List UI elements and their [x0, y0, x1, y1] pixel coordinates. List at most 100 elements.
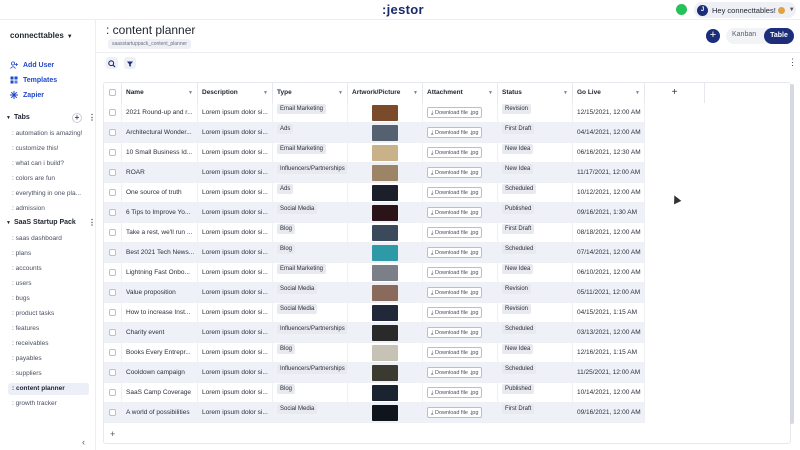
- cell-golive[interactable]: 04/15/2021, 1:15 AM: [573, 303, 645, 323]
- cell-golive[interactable]: 06/10/2021, 12:00 AM: [573, 263, 645, 283]
- sidebar-item-pack[interactable]: : suppliers: [8, 368, 89, 380]
- sort-icon[interactable]: ▼: [563, 83, 568, 103]
- cell-name[interactable]: SaaS Camp Coverage: [122, 383, 198, 403]
- cell-description[interactable]: Lorem ipsum dolor si...: [198, 403, 273, 423]
- sidebar-item-pack[interactable]: : saas dashboard: [8, 233, 89, 245]
- cell-description[interactable]: Lorem ipsum dolor si...: [198, 163, 273, 183]
- download-file-button[interactable]: ⤓ Download file .jpg: [427, 247, 483, 258]
- cell-golive[interactable]: 11/25/2021, 12:00 AM: [573, 363, 645, 383]
- cell-status[interactable]: Revision: [498, 283, 573, 303]
- cell-artwork[interactable]: [348, 223, 423, 243]
- cell-artwork[interactable]: [348, 323, 423, 343]
- download-file-button[interactable]: ⤓ Download file .jpg: [427, 327, 483, 338]
- download-file-button[interactable]: ⤓ Download file .jpg: [427, 287, 483, 298]
- cell-golive[interactable]: 04/14/2021, 12:00 AM: [573, 123, 645, 143]
- sidebar-item-tab[interactable]: : everything in one pla...: [8, 188, 89, 200]
- download-file-button[interactable]: ⤓ Download file .jpg: [427, 367, 483, 378]
- cell-name[interactable]: A world of possibilities: [122, 403, 198, 423]
- row-checkbox[interactable]: [109, 349, 116, 356]
- table-row[interactable]: How to increase Inst... Lorem ipsum dolor…: [104, 303, 645, 323]
- download-file-button[interactable]: ⤓ Download file .jpg: [427, 207, 483, 218]
- cell-status[interactable]: First Draft: [498, 223, 573, 243]
- cell-golive[interactable]: 03/13/2021, 12:00 AM: [573, 323, 645, 343]
- column-header-attachment[interactable]: Attachment ▼: [423, 83, 498, 103]
- cell-type[interactable]: Blog: [273, 383, 348, 403]
- row-checkbox[interactable]: [109, 389, 116, 396]
- row-checkbox[interactable]: [109, 209, 116, 216]
- cell-status[interactable]: Scheduled: [498, 363, 573, 383]
- sort-icon[interactable]: ▼: [188, 83, 193, 103]
- sidebar-item-pack[interactable]: : growth tracker: [8, 398, 89, 410]
- cell-type[interactable]: Social Media: [273, 283, 348, 303]
- table-row[interactable]: ROAR Lorem ipsum dolor si... Influencers/P…: [104, 163, 645, 183]
- add-record-button[interactable]: +: [706, 29, 720, 43]
- table-row[interactable]: 2021 Round-up and r... Lorem ipsum dolor …: [104, 103, 645, 123]
- cell-golive[interactable]: 07/14/2021, 12:00 AM: [573, 243, 645, 263]
- artwork-thumbnail[interactable]: [372, 345, 398, 361]
- sidebar-item-pack[interactable]: : users: [8, 278, 89, 290]
- column-header-description[interactable]: Description ▼: [198, 83, 273, 103]
- cell-artwork[interactable]: [348, 163, 423, 183]
- artwork-thumbnail[interactable]: [372, 225, 398, 241]
- cell-artwork[interactable]: [348, 383, 423, 403]
- sort-icon[interactable]: ▼: [488, 83, 493, 103]
- app-logo[interactable]: :jestor: [382, 2, 424, 17]
- table-row[interactable]: Charity event Lorem ipsum dolor si... Infl…: [104, 323, 645, 343]
- table-row[interactable]: SaaS Camp Coverage Lorem ipsum dolor si..…: [104, 383, 645, 403]
- table-row[interactable]: Lightning Fast Onbo... Lorem ipsum dolor …: [104, 263, 645, 283]
- cell-description[interactable]: Lorem ipsum dolor si...: [198, 303, 273, 323]
- cell-type[interactable]: Email Marketing: [273, 143, 348, 163]
- cell-status[interactable]: New Idea: [498, 343, 573, 363]
- download-file-button[interactable]: ⤓ Download file .jpg: [427, 307, 483, 318]
- download-file-button[interactable]: ⤓ Download file .jpg: [427, 347, 483, 358]
- cell-description[interactable]: Lorem ipsum dolor si...: [198, 243, 273, 263]
- cell-artwork[interactable]: [348, 103, 423, 123]
- artwork-thumbnail[interactable]: [372, 365, 398, 381]
- cell-type[interactable]: Influencers/Partnerships: [273, 363, 348, 383]
- column-header-artwork[interactable]: Artwork/Picture ▼: [348, 83, 423, 103]
- sidebar-item-pack[interactable]: : receivables: [8, 338, 89, 350]
- cell-name[interactable]: How to increase Inst...: [122, 303, 198, 323]
- cell-artwork[interactable]: [348, 283, 423, 303]
- cell-status[interactable]: Scheduled: [498, 243, 573, 263]
- row-checkbox[interactable]: [109, 249, 116, 256]
- more-options-icon[interactable]: ⋮: [788, 57, 797, 68]
- artwork-thumbnail[interactable]: [372, 385, 398, 401]
- row-checkbox[interactable]: [109, 229, 116, 236]
- vertical-scrollbar[interactable]: [790, 84, 794, 424]
- cell-description[interactable]: Lorem ipsum dolor si...: [198, 183, 273, 203]
- artwork-thumbnail[interactable]: [372, 165, 398, 181]
- workspace-selector[interactable]: connecttables ▼: [10, 31, 73, 40]
- artwork-thumbnail[interactable]: [372, 265, 398, 281]
- cell-status[interactable]: Scheduled: [498, 183, 573, 203]
- sort-icon[interactable]: ▼: [635, 83, 640, 103]
- cell-description[interactable]: Lorem ipsum dolor si...: [198, 123, 273, 143]
- cell-artwork[interactable]: [348, 343, 423, 363]
- cell-type[interactable]: Social Media: [273, 303, 348, 323]
- download-file-button[interactable]: ⤓ Download file .jpg: [427, 127, 483, 138]
- download-file-button[interactable]: ⤓ Download file .jpg: [427, 187, 483, 198]
- cell-golive[interactable]: 05/11/2021, 12:00 AM: [573, 283, 645, 303]
- cell-artwork[interactable]: [348, 403, 423, 423]
- download-file-button[interactable]: ⤓ Download file .jpg: [427, 387, 483, 398]
- cell-description[interactable]: Lorem ipsum dolor si...: [198, 323, 273, 343]
- cell-status[interactable]: First Draft: [498, 123, 573, 143]
- download-file-button[interactable]: ⤓ Download file .jpg: [427, 147, 483, 158]
- row-checkbox[interactable]: [109, 129, 116, 136]
- table-row[interactable]: Take a rest, we'll run ... Lorem ipsum do…: [104, 223, 645, 243]
- cell-name[interactable]: 6 Tips to Improve Yo...: [122, 203, 198, 223]
- cell-type[interactable]: Ads: [273, 123, 348, 143]
- sort-icon[interactable]: ▼: [413, 83, 418, 103]
- sidebar-item-tab[interactable]: : automation is amazing!: [8, 128, 89, 140]
- cell-name[interactable]: Books Every Entrepr...: [122, 343, 198, 363]
- cell-name[interactable]: 10 Small Business Id...: [122, 143, 198, 163]
- cell-description[interactable]: Lorem ipsum dolor si...: [198, 223, 273, 243]
- table-row[interactable]: Books Every Entrepr... Lorem ipsum dolor …: [104, 343, 645, 363]
- sidebar-item-pack[interactable]: : features: [8, 323, 89, 335]
- cell-type[interactable]: Email Marketing: [273, 263, 348, 283]
- download-file-button[interactable]: ⤓ Download file .jpg: [427, 167, 483, 178]
- table-row[interactable]: One source of truth Lorem ipsum dolor si.…: [104, 183, 645, 203]
- cell-golive[interactable]: 10/14/2021, 12:00 AM: [573, 383, 645, 403]
- more-options-icon[interactable]: ⋮: [88, 218, 96, 227]
- templates-link[interactable]: Templates: [10, 76, 57, 84]
